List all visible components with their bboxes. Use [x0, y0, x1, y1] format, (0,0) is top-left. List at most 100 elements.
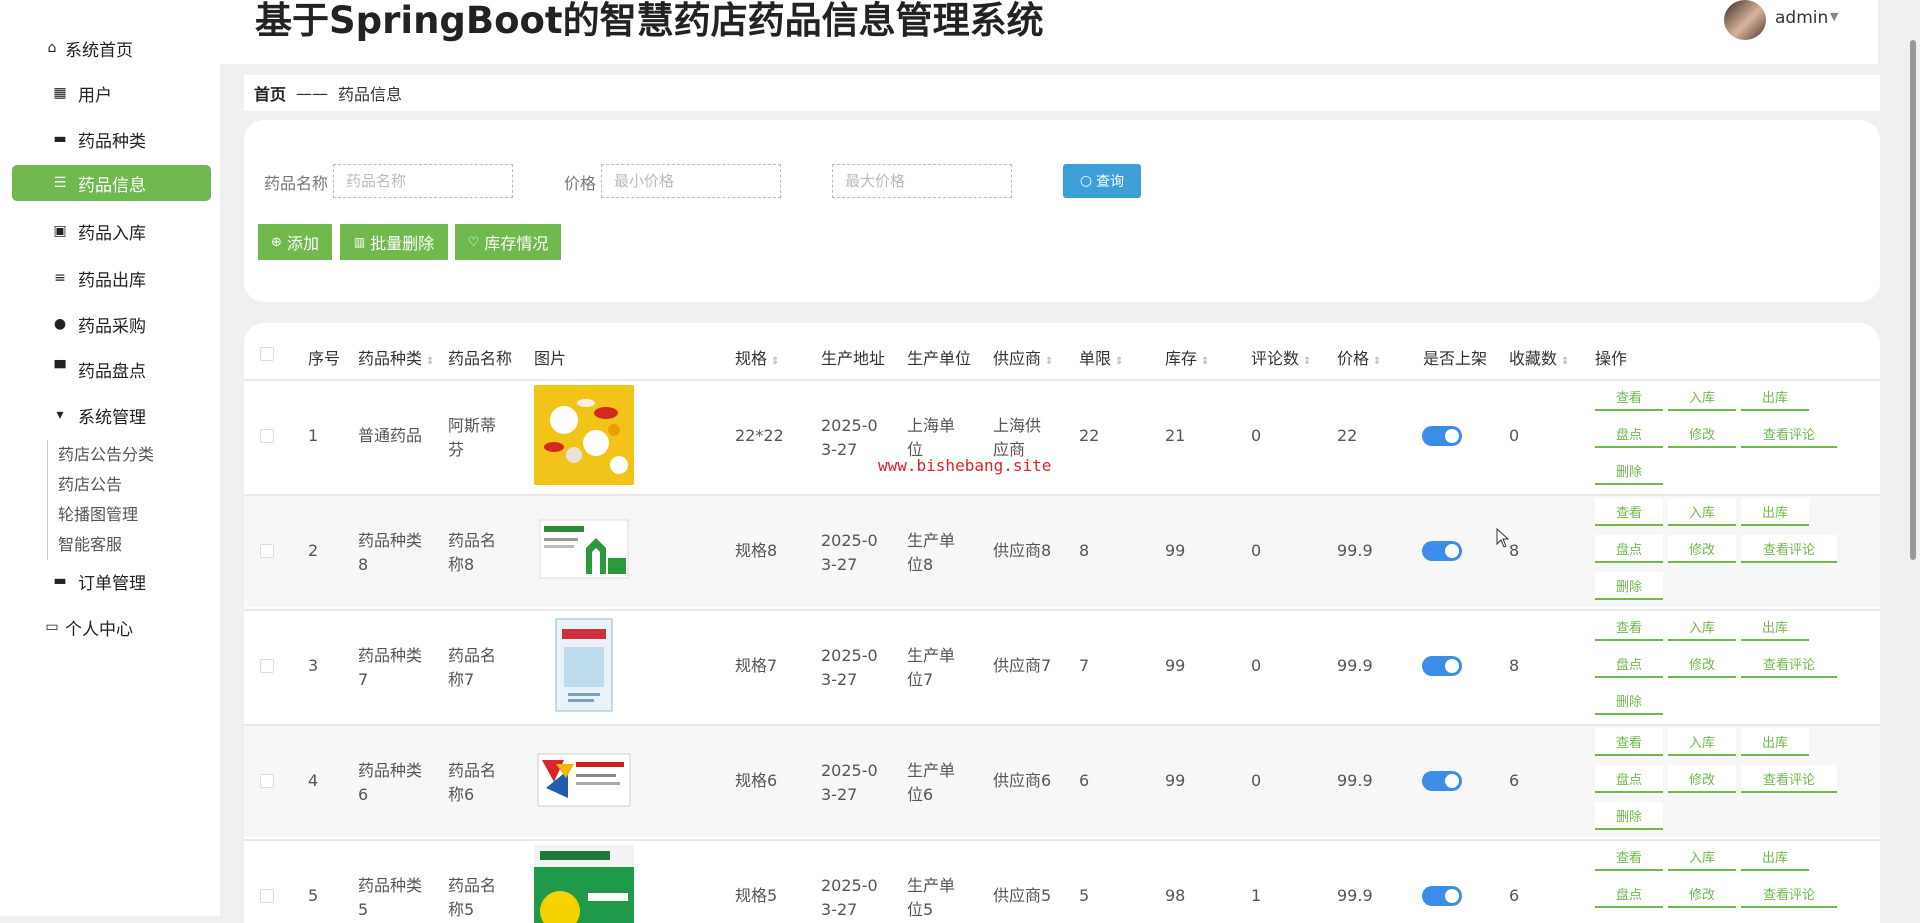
drug-image-box-green-sun	[534, 845, 634, 923]
inbound-button[interactable]: 入库	[1668, 728, 1736, 756]
view-comments-button[interactable]: 查看评论	[1741, 880, 1837, 908]
inventory-button[interactable]: 盘点	[1595, 765, 1663, 793]
row-checkbox[interactable]	[260, 889, 274, 903]
page-scrollbar[interactable]	[1906, 0, 1920, 916]
query-button[interactable]: ○ 查询	[1063, 164, 1141, 198]
sidebar-item-drug-info[interactable]: ☰ 药品信息	[12, 165, 211, 201]
view-button[interactable]: 查看	[1595, 728, 1663, 756]
sidebar-item-drug-outbound[interactable]: ≡ 药品出库	[12, 260, 211, 296]
row-checkbox[interactable]	[260, 429, 274, 443]
avatar[interactable]	[1724, 0, 1766, 40]
list-icon: ≡	[54, 270, 66, 286]
outbound-button[interactable]: 出库	[1741, 498, 1809, 526]
edit-button[interactable]: 修改	[1668, 880, 1736, 908]
row-checkbox[interactable]	[260, 544, 274, 558]
delete-button[interactable]: 删除	[1595, 687, 1663, 715]
sidebar-item-home[interactable]: ⌂ 系统首页	[12, 30, 211, 66]
cell-limit: 8	[1079, 541, 1090, 560]
cell-stock: 99	[1165, 541, 1186, 560]
on-shelf-toggle[interactable]	[1422, 426, 1462, 446]
view-comments-button[interactable]: 查看评论	[1741, 535, 1837, 563]
inbound-button[interactable]: 入库	[1668, 613, 1736, 641]
col-header-label: 库存	[1165, 349, 1198, 368]
outbound-button[interactable]: 出库	[1741, 383, 1809, 411]
col-header-limit[interactable]: 单限 ⇕	[1079, 345, 1123, 369]
breadcrumb-separator: ——	[296, 83, 329, 103]
edit-button[interactable]: 修改	[1668, 650, 1736, 678]
select-all-checkbox[interactable]	[260, 347, 274, 361]
inventory-button[interactable]: 盘点	[1595, 535, 1663, 563]
submenu-item-smart-service[interactable]: 智能客服	[58, 530, 154, 560]
sidebar-item-system-management[interactable]: ▾ 系统管理	[12, 397, 211, 433]
delete-button[interactable]: 删除	[1595, 572, 1663, 600]
breadcrumb-home[interactable]: 首页	[254, 81, 286, 105]
edit-button[interactable]: 修改	[1668, 765, 1736, 793]
submenu-item-carousel[interactable]: 轮播图管理	[58, 500, 154, 530]
inbound-button[interactable]: 入库	[1668, 498, 1736, 526]
col-header-spec[interactable]: 规格 ⇕	[735, 345, 779, 369]
cell-spec: 规格5	[735, 886, 778, 905]
username[interactable]: admin	[1775, 8, 1828, 28]
sidebar-item-drug-category[interactable]: ▬ 药品种类	[12, 121, 211, 157]
col-header-favorites[interactable]: 收藏数 ⇕	[1509, 345, 1569, 369]
delete-button[interactable]: 删除	[1595, 802, 1663, 830]
row-checkbox[interactable]	[260, 659, 274, 673]
sort-icon[interactable]: ⇕	[426, 356, 434, 367]
col-header-stock[interactable]: 库存 ⇕	[1165, 345, 1209, 369]
scrollbar-thumb[interactable]	[1910, 40, 1916, 560]
delete-button[interactable]: 删除	[1595, 457, 1663, 485]
sort-icon[interactable]: ⇕	[1303, 356, 1311, 367]
submenu-item-notice-category[interactable]: 药店公告分类	[58, 440, 154, 470]
sort-icon[interactable]: ⇕	[1373, 356, 1381, 367]
row-checkbox[interactable]	[260, 774, 274, 788]
top-header: 基于SpringBoot的智慧药店药品信息管理系统 admin ▼	[220, 0, 1878, 64]
sidebar-item-users[interactable]: ▦ 用户	[12, 75, 211, 111]
chevron-down-icon[interactable]: ▼	[1830, 10, 1838, 23]
col-header-unit: 生产单位	[907, 349, 972, 368]
col-header-comments[interactable]: 评论数 ⇕	[1251, 345, 1311, 369]
inventory-button[interactable]: 盘点	[1595, 420, 1663, 448]
col-header-supplier[interactable]: 供应商 ⇕	[993, 345, 1053, 369]
outbound-button[interactable]: 出库	[1741, 613, 1809, 641]
sort-icon[interactable]: ⇕	[1561, 356, 1569, 367]
inbound-button[interactable]: 入库	[1668, 383, 1736, 411]
sort-icon[interactable]: ⇕	[1115, 356, 1123, 367]
edit-button[interactable]: 修改	[1668, 420, 1736, 448]
stock-status-button[interactable]: ♡ 库存情况	[455, 224, 561, 260]
submenu-item-notice[interactable]: 药店公告	[58, 470, 154, 500]
max-price-input[interactable]	[832, 164, 1012, 198]
sort-icon[interactable]: ⇕	[1201, 356, 1209, 367]
view-button[interactable]: 查看	[1595, 383, 1663, 411]
view-button[interactable]: 查看	[1595, 613, 1663, 641]
batch-delete-button[interactable]: ▥ 批量删除	[340, 224, 448, 260]
cell-favorites: 8	[1509, 656, 1520, 675]
on-shelf-toggle[interactable]	[1422, 771, 1462, 791]
view-button[interactable]: 查看	[1595, 843, 1663, 871]
sidebar-item-orders[interactable]: ▬ 订单管理	[12, 563, 211, 599]
col-header-price[interactable]: 价格 ⇕	[1337, 345, 1381, 369]
sort-icon[interactable]: ⇕	[1045, 356, 1053, 367]
sidebar-item-drug-inbound[interactable]: ▣ 药品入库	[12, 213, 211, 249]
system-submenu: 药店公告分类 药店公告 轮播图管理 智能客服	[47, 440, 154, 560]
col-header-category[interactable]: 药品种类 ⇕	[358, 345, 434, 369]
edit-button[interactable]: 修改	[1668, 535, 1736, 563]
view-comments-button[interactable]: 查看评论	[1741, 420, 1837, 448]
view-comments-button[interactable]: 查看评论	[1741, 765, 1837, 793]
inbound-button[interactable]: 入库	[1668, 843, 1736, 871]
outbound-button[interactable]: 出库	[1741, 843, 1809, 871]
outbound-button[interactable]: 出库	[1741, 728, 1809, 756]
view-button[interactable]: 查看	[1595, 498, 1663, 526]
on-shelf-toggle[interactable]	[1422, 886, 1462, 906]
sidebar-item-drug-purchase[interactable]: ● 药品采购	[12, 306, 211, 342]
sidebar-item-profile[interactable]: ▭ 个人中心	[12, 609, 211, 645]
view-comments-button[interactable]: 查看评论	[1741, 650, 1837, 678]
sidebar-item-drug-inventory[interactable]: ▀ 药品盘点	[12, 351, 211, 387]
add-button[interactable]: ⊕ 添加	[258, 224, 332, 260]
drug-name-input[interactable]	[333, 164, 513, 198]
sort-icon[interactable]: ⇕	[771, 356, 779, 367]
on-shelf-toggle[interactable]	[1422, 656, 1462, 676]
inventory-button[interactable]: 盘点	[1595, 880, 1663, 908]
min-price-input[interactable]	[601, 164, 781, 198]
on-shelf-toggle[interactable]	[1422, 541, 1462, 561]
inventory-button[interactable]: 盘点	[1595, 650, 1663, 678]
